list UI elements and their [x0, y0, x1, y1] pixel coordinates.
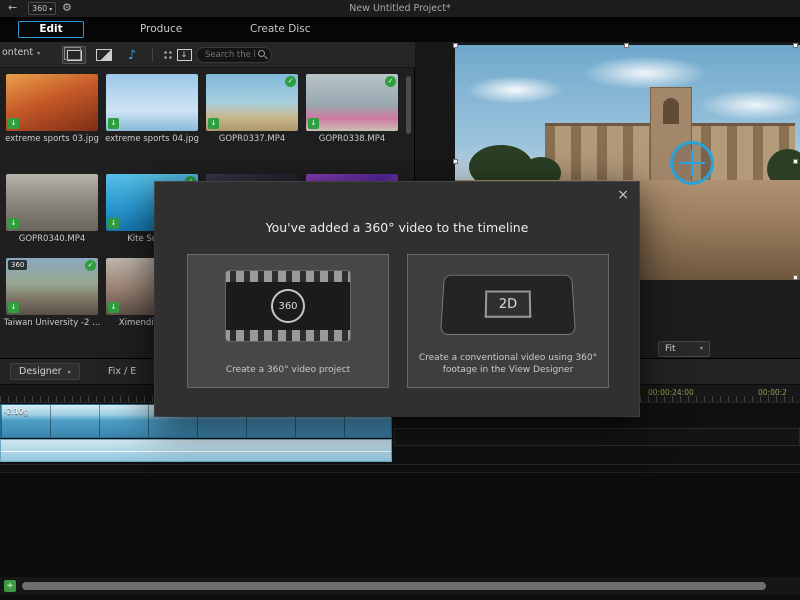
media-label: extreme sports 03.jpg — [3, 134, 101, 144]
download-badge-icon: ↓ — [108, 218, 119, 229]
empty-track-row[interactable] — [394, 428, 800, 446]
chevron-down-icon: ▾ — [37, 50, 40, 57]
preview-handle[interactable] — [453, 159, 458, 164]
toolbar-divider — [152, 48, 153, 62]
add-track-button[interactable]: + — [4, 580, 16, 592]
preview-handle[interactable] — [453, 43, 458, 48]
dialog-title: You've added a 360° video to the timelin… — [155, 220, 639, 235]
timeline-audio-clip[interactable] — [0, 439, 392, 462]
option-create-2d-video[interactable]: 2D Create a conventional video using 360… — [407, 254, 609, 388]
media-label: extreme sports 04.jpg — [103, 134, 201, 144]
ruler-timecode: 00:00:24:00 — [648, 388, 694, 397]
chevron-down-icon: ▾ — [700, 342, 703, 356]
content-dropdown[interactable]: ontent ▾ — [2, 47, 40, 58]
content-dropdown-label: ontent — [2, 47, 33, 58]
tab-edit[interactable]: Edit — [18, 21, 84, 38]
chevron-down-icon: ▾ — [68, 369, 71, 376]
preview-handle[interactable] — [793, 159, 798, 164]
film-holes — [226, 330, 350, 341]
clip-label: -2.10g — [4, 407, 28, 416]
designer-label: Designer — [19, 366, 62, 377]
tabbar: Edit Produce Create Disc — [0, 18, 800, 42]
media-label: GOPR0338.MP4 — [303, 134, 401, 144]
close-icon[interactable]: × — [617, 187, 629, 203]
fit-dropdown[interactable]: Fit ▾ — [658, 341, 710, 357]
music-note-icon: ♪ — [128, 49, 136, 62]
2d-badge: 2D — [485, 291, 532, 318]
photo-icon — [96, 49, 112, 61]
media-thumbnail[interactable]: ↓ — [6, 174, 98, 231]
media-label: GOPR0340.MP4 — [3, 234, 101, 244]
360-video-dialog: × You've added a 360° video to the timel… — [155, 182, 639, 416]
fix-enhance-button[interactable]: Fix / E — [108, 366, 136, 377]
preview-handle[interactable] — [624, 43, 629, 48]
import-media-button[interactable]: ↓ — [172, 46, 196, 64]
mode-360-dropdown[interactable]: 360▾ — [28, 2, 56, 15]
topbar: ← 360▾ ⚙ New Untitled Project* — [0, 0, 800, 18]
project-title: New Untitled Project* — [0, 3, 800, 14]
media-thumbnail[interactable]: 360 ↓ ✓ — [6, 258, 98, 315]
media-label: Taiwan University -2 ... — [3, 318, 101, 328]
mode-360-label: 360 — [32, 4, 47, 13]
settings-gear-icon[interactable]: ⚙ — [62, 1, 72, 14]
media-label: GOPR0337.MP4 — [203, 134, 301, 144]
check-badge-icon: ✓ — [285, 76, 296, 87]
media-icon — [67, 50, 82, 61]
film-holes — [226, 271, 350, 282]
media-thumbnail[interactable]: ↓ — [6, 74, 98, 131]
360-navigation-control[interactable] — [670, 141, 714, 185]
360-badge: 360 — [8, 260, 27, 270]
undo-icon[interactable]: ← — [8, 1, 17, 14]
library-toolbar: ontent ▾ ♪ ↓ — [0, 42, 415, 68]
filter-photos-button[interactable] — [92, 46, 116, 64]
download-badge-icon: ↓ — [108, 302, 119, 313]
film-center: 360 — [226, 282, 350, 330]
import-icon: ↓ — [177, 49, 192, 61]
library-scrollbar[interactable] — [406, 76, 411, 134]
option-2d-caption: Create a conventional video using 360° f… — [418, 352, 598, 377]
check-badge-icon: ✓ — [385, 76, 396, 87]
check-badge-icon: ✓ — [85, 260, 96, 271]
ruler-timecode: 00:00:2 — [758, 388, 787, 397]
media-thumbnail[interactable]: ↓ — [106, 74, 198, 131]
fit-label: Fit — [665, 344, 676, 354]
download-badge-icon: ↓ — [208, 118, 219, 129]
chevron-down-icon: ▾ — [49, 6, 52, 13]
option-360-caption: Create a 360° video project — [198, 364, 378, 377]
download-badge-icon: ↓ — [8, 302, 19, 313]
app-window: ← 360▾ ⚙ New Untitled Project* Edit Prod… — [0, 0, 800, 600]
option-create-360-project[interactable]: 360 Create a 360° video project — [187, 254, 389, 388]
curved-screen-2d-icon: 2D — [440, 275, 576, 335]
download-badge-icon: ↓ — [8, 118, 19, 129]
track-divider — [0, 464, 800, 465]
tab-produce[interactable]: Produce — [140, 23, 182, 35]
360-circle-badge: 360 — [271, 289, 305, 323]
designer-dropdown[interactable]: Designer ▾ — [10, 363, 80, 380]
timeline-empty-area: + — [0, 472, 800, 600]
filter-videos-button[interactable] — [62, 46, 86, 64]
download-badge-icon: ↓ — [8, 218, 19, 229]
search-icon — [258, 50, 265, 57]
download-badge-icon: ↓ — [108, 118, 119, 129]
tab-create-disc[interactable]: Create Disc — [250, 23, 310, 35]
filmstrip-360-icon: 360 — [226, 271, 350, 341]
download-badge-icon: ↓ — [308, 118, 319, 129]
horizontal-scrollbar[interactable] — [22, 582, 766, 590]
preview-handle[interactable] — [793, 43, 798, 48]
media-thumbnail[interactable]: ↓✓ — [206, 74, 298, 131]
filter-music-button[interactable]: ♪ — [120, 46, 144, 64]
preview-handle[interactable] — [793, 275, 798, 280]
media-thumbnail[interactable]: ↓✓ — [306, 74, 398, 131]
